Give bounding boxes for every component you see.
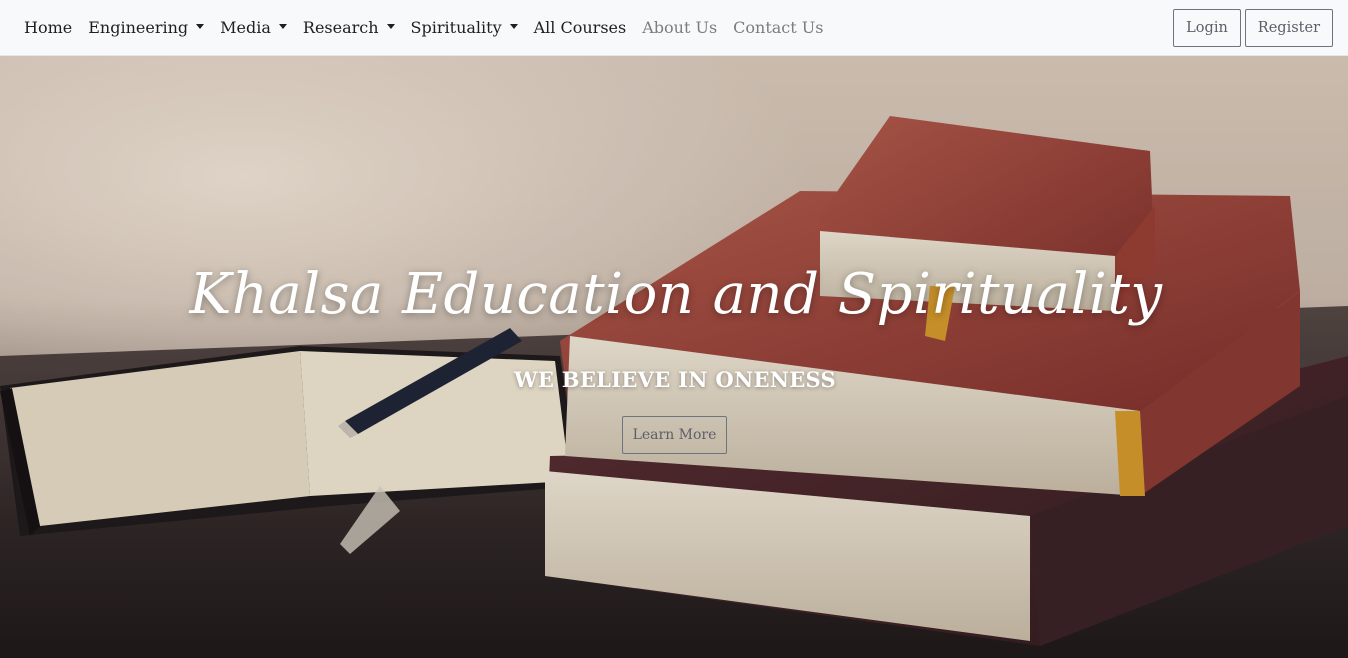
caret-down-icon (509, 24, 518, 29)
hero-title: Khalsa Education and Spirituality (189, 262, 1163, 327)
caret-down-icon (196, 24, 205, 29)
caret-down-icon (386, 24, 395, 29)
nav-item-spirituality[interactable]: Spirituality (403, 0, 526, 55)
nav-item-engineering[interactable]: Engineering (80, 0, 212, 55)
login-button[interactable]: Login (1173, 9, 1241, 47)
register-button[interactable]: Register (1244, 9, 1333, 47)
nav-item-label: Engineering (88, 18, 189, 37)
top-navbar: Home Engineering Media Research Spiritua… (0, 0, 1348, 56)
nav-item-label: Media (220, 18, 271, 37)
nav-item-all-courses[interactable]: All Courses (526, 0, 635, 55)
hero-subtitle: WE BELIEVE IN ONENESS (513, 367, 837, 392)
caret-down-icon (278, 24, 287, 29)
nav-item-contact-us[interactable]: Contact Us (725, 0, 831, 55)
nav-menu: Home Engineering Media Research Spiritua… (16, 0, 831, 55)
hero-overlay (0, 56, 1348, 658)
nav-item-about-us[interactable]: About Us (634, 0, 725, 55)
auth-actions: Login Register (1173, 9, 1333, 47)
hero-banner: Khalsa Education and Spirituality WE BEL… (0, 56, 1348, 658)
nav-item-home[interactable]: Home (16, 0, 80, 55)
nav-item-media[interactable]: Media (212, 0, 295, 55)
nav-item-label: Home (24, 18, 73, 37)
nav-item-label: Spirituality (410, 18, 502, 37)
nav-item-research[interactable]: Research (295, 0, 403, 55)
learn-more-button[interactable]: Learn More (622, 416, 727, 454)
nav-item-label: All Courses (533, 18, 627, 37)
nav-item-label: Contact Us (733, 18, 824, 37)
nav-item-label: Research (302, 18, 379, 37)
nav-item-label: About Us (642, 18, 718, 37)
